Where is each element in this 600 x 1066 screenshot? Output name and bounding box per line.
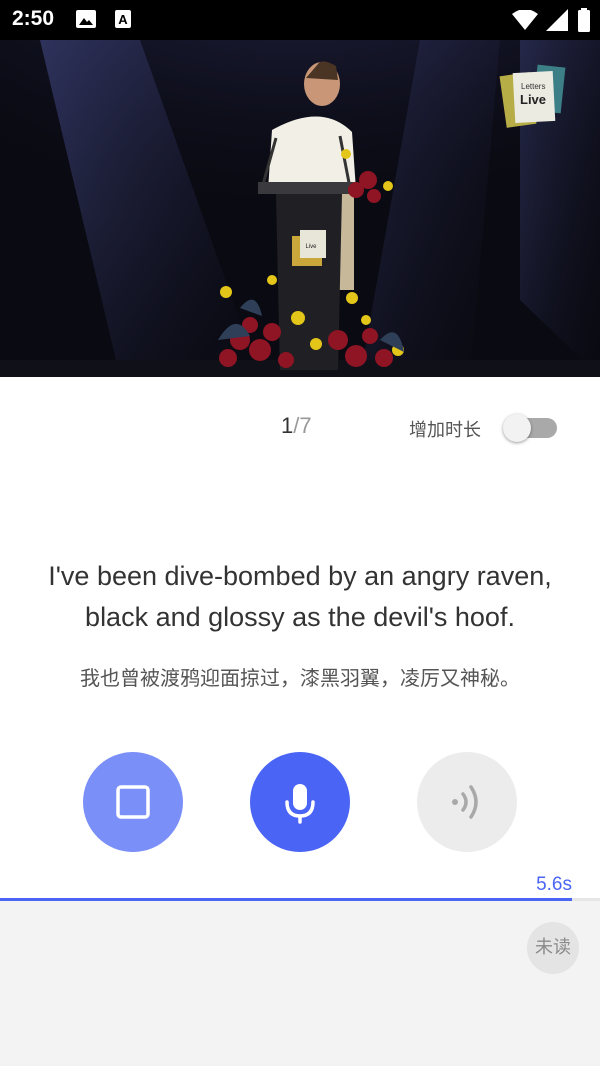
status-bar: 2:50 A	[0, 0, 600, 40]
sentence-counter: 1/7	[281, 413, 312, 439]
playback-button[interactable]	[417, 752, 517, 852]
stop-button[interactable]	[83, 752, 183, 852]
extend-duration-toggle[interactable]	[503, 414, 557, 442]
signal-icon	[546, 9, 568, 31]
video-frame: Live	[0, 40, 600, 377]
sentence-english-line2: black and glossy as the devil's hoof.	[85, 602, 515, 632]
battery-icon	[578, 8, 590, 32]
elapsed-time: 5.6s	[536, 874, 572, 895]
toggle-knob	[503, 414, 531, 442]
image-icon	[76, 10, 96, 28]
sentence-chinese: 我也曾被渡鸦迎面掠过，漆黑羽翼，凌厉又神秘。	[80, 666, 520, 690]
sentence-english: I've been dive-bombed by an angry raven,…	[0, 556, 600, 638]
extend-duration-label: 增加时长	[409, 420, 481, 441]
record-button[interactable]	[250, 752, 350, 852]
unread-status-badge[interactable]: 未读	[527, 922, 579, 974]
svg-text:Live: Live	[305, 244, 317, 250]
sound-wave-icon	[452, 785, 478, 819]
status-time: 2:50	[12, 7, 55, 30]
microphone-icon	[285, 784, 315, 824]
sentence-english-line1: I've been dive-bombed by an angry raven,	[48, 561, 552, 591]
a-letter-icon: A	[115, 10, 131, 28]
bottom-panel	[0, 901, 600, 1066]
wifi-icon	[512, 10, 538, 30]
logo-text-bottom: Live	[520, 92, 547, 107]
video-player[interactable]: Live Letters Live	[0, 40, 600, 377]
stop-square-icon	[116, 785, 150, 819]
counter-current: 1	[281, 413, 294, 438]
svg-text:A: A	[118, 12, 128, 27]
counter-total: 7	[299, 413, 312, 438]
logo-text-top: Letters	[521, 82, 546, 91]
